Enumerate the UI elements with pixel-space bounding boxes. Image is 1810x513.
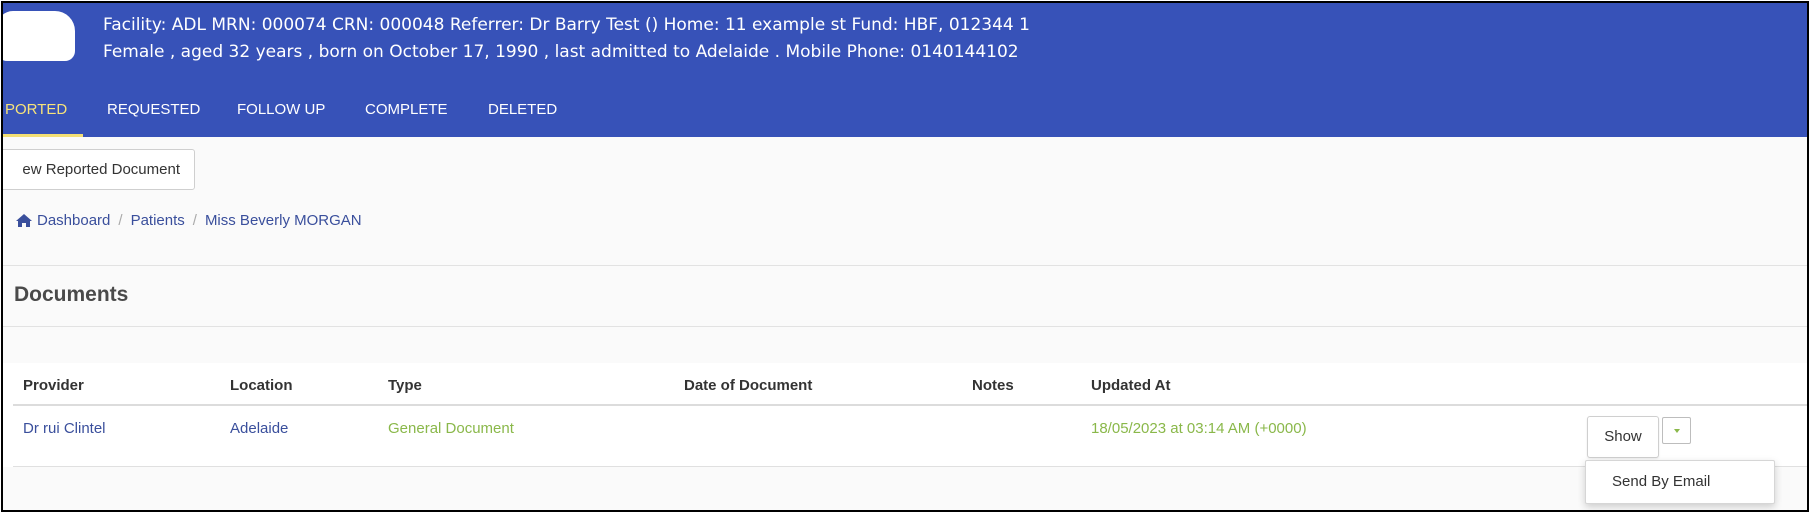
column-header-date-of-document: Date of Document (684, 377, 813, 394)
breadcrumb: Dashboard / Patients / Miss Beverly MORG… (15, 212, 362, 229)
home-icon (15, 213, 33, 228)
tab-requested[interactable]: REQUESTED (107, 101, 200, 137)
column-header-updated-at: Updated At (1091, 377, 1171, 394)
column-header-type: Type (388, 377, 422, 394)
cell-type: General Document (388, 420, 514, 437)
cell-updated-at: 18/05/2023 at 03:14 AM (+0000) (1091, 420, 1307, 437)
divider (3, 265, 1807, 266)
section-title: Documents (14, 283, 129, 306)
active-tab-indicator (3, 134, 83, 137)
actions-dropdown-menu: Send By Email (1585, 460, 1775, 504)
tab-complete[interactable]: COMPLETE (365, 101, 448, 137)
caret-down-icon (1674, 429, 1680, 433)
table-header-rule (13, 404, 1807, 406)
divider (3, 326, 1807, 327)
column-header-location: Location (230, 377, 293, 394)
actions-dropdown-toggle[interactable] (1662, 417, 1691, 444)
avatar (3, 11, 75, 61)
breadcrumb-patient-name[interactable]: Miss Beverly MORGAN (205, 212, 362, 229)
column-header-provider: Provider (23, 377, 84, 394)
breadcrumb-patients[interactable]: Patients (131, 212, 185, 229)
breadcrumb-dashboard[interactable]: Dashboard (37, 212, 110, 229)
breadcrumb-separator: / (118, 212, 123, 229)
tab-follow-up[interactable]: FOLLOW UP (237, 101, 325, 137)
new-reported-document-button[interactable]: ew Reported Document (3, 149, 195, 190)
patient-info-line-2: Female , aged 32 years , born on October… (103, 42, 1019, 62)
cell-location[interactable]: Adelaide (230, 420, 288, 437)
patient-header: Facility: ADL MRN: 000074 CRN: 000048 Re… (3, 3, 1807, 137)
breadcrumb-separator: / (192, 212, 197, 229)
show-button[interactable]: Show (1587, 416, 1659, 458)
table-row-rule (13, 466, 1807, 467)
send-by-email-menu-item[interactable]: Send By Email (1612, 473, 1710, 490)
cell-provider[interactable]: Dr rui Clintel (23, 420, 106, 437)
app-window: Facility: ADL MRN: 000074 CRN: 000048 Re… (1, 1, 1809, 512)
tab-reported[interactable]: PORTED (5, 101, 67, 137)
tab-deleted[interactable]: DELETED (488, 101, 557, 137)
column-header-notes: Notes (972, 377, 1014, 394)
patient-info-line-1: Facility: ADL MRN: 000074 CRN: 000048 Re… (103, 15, 1030, 35)
